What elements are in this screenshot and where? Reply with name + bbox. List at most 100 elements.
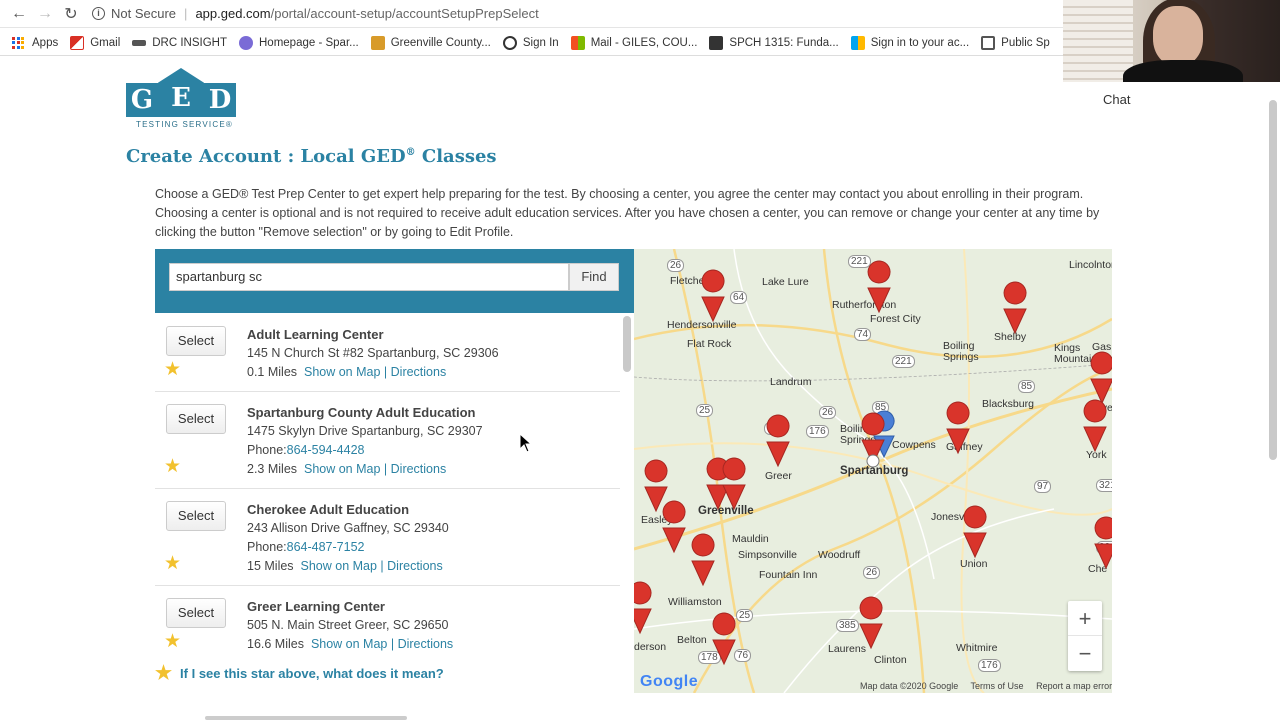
star-help-text: If I see this star above, what does it m… <box>180 666 444 681</box>
map-city-label: Easley <box>641 514 673 526</box>
link-divider: | <box>380 559 384 573</box>
intro-text: Choose a GED® Test Prep Center to get ex… <box>155 187 1100 239</box>
route-shield: 221 <box>892 355 915 368</box>
star-help-link[interactable]: ★ If I see this star above, what does it… <box>155 662 444 685</box>
map-city-label: Boiling Springs <box>943 340 979 363</box>
map-city-label: Clinton <box>874 654 907 666</box>
webcam-person-body <box>1123 60 1243 82</box>
phone-link[interactable]: 864-487-7152 <box>287 540 365 554</box>
bookmark-label: Mail - GILES, COU... <box>590 36 698 49</box>
map-city-label: Lincolnton <box>1069 259 1112 271</box>
address-bar[interactable]: i Not Secure | app.ged.com/portal/accoun… <box>92 3 539 25</box>
map-city-label: Lake Lure <box>762 276 809 288</box>
map-city-label: Forest City <box>870 313 921 325</box>
results-scrollbar[interactable] <box>623 316 631 372</box>
address-separator: | <box>184 6 188 21</box>
bookmark-sign-in-account[interactable]: Sign in to your ac... <box>850 35 969 50</box>
show-on-map-link[interactable]: Show on Map <box>311 637 387 651</box>
select-button[interactable]: Select <box>166 326 226 356</box>
bookmark-public[interactable]: Public Sp <box>981 35 1050 50</box>
list-item: Select ★ Greer Learning Center 505 N. Ma… <box>155 587 620 655</box>
center-address: 243 Allison Drive Gaffney, SC 29340 <box>247 521 449 535</box>
map-city-label: Rutherfordton <box>832 299 897 311</box>
route-shield: 321 <box>1096 541 1112 554</box>
bookmark-mail[interactable]: Mail - GILES, COU... <box>570 35 698 50</box>
show-on-map-link[interactable]: Show on Map <box>304 365 380 379</box>
not-secure-label: Not Secure <box>111 6 177 21</box>
back-arrow-icon[interactable]: ← <box>6 0 32 28</box>
show-on-map-link[interactable]: Show on Map <box>304 462 380 476</box>
route-shield: 25 <box>736 609 754 622</box>
reload-icon[interactable]: ↻ <box>58 0 84 28</box>
list-item: Select ★ Spartanburg County Adult Educat… <box>155 393 620 489</box>
directions-link[interactable]: Directions <box>387 559 443 573</box>
zoom-in-button[interactable]: + <box>1068 601 1102 636</box>
logo-letter-e: E <box>158 68 204 117</box>
select-button[interactable]: Select <box>166 501 226 531</box>
map-city-label: York <box>1086 449 1107 461</box>
mouse-cursor-icon <box>519 433 533 453</box>
bookmark-drc-insight[interactable]: DRC INSIGHT <box>132 37 227 49</box>
phone-label: Phone: <box>247 443 287 457</box>
map[interactable]: Fletcher Lake Lure Rutherfordton Forest … <box>634 249 1112 693</box>
map-footer: Map data ©2020 Google Terms of Use Repor… <box>860 681 1112 691</box>
terms-of-use-link[interactable]: Terms of Use <box>971 681 1024 691</box>
center-address: 505 N. Main Street Greer, SC 29650 <box>247 618 449 632</box>
find-button[interactable]: Find <box>569 263 619 291</box>
url-host: app.ged.com <box>195 6 271 21</box>
logo-letter-d: D <box>204 83 236 117</box>
forward-arrow-icon[interactable]: → <box>32 0 58 28</box>
select-button[interactable]: Select <box>166 598 226 628</box>
google-logo[interactable]: Google <box>640 673 698 691</box>
show-on-map-link[interactable]: Show on Map <box>301 559 377 573</box>
center-distance-row: 0.1 Miles Show on Map | Directions <box>247 365 446 379</box>
map-city-label: Simpsonville <box>738 549 797 561</box>
horizontal-scrollbar[interactable] <box>205 716 407 720</box>
homepage-icon <box>239 35 253 50</box>
bookmark-homepage[interactable]: Homepage - Spar... <box>239 35 359 50</box>
results-list: Select ★ Adult Learning Center 145 N Chu… <box>155 313 634 655</box>
route-shield: 97 <box>1034 480 1052 493</box>
report-map-error-link[interactable]: Report a map error <box>1036 681 1112 691</box>
center-phone-row: Phone:864-594-4428 <box>247 443 364 457</box>
logo-tagline: TESTING SERVICE® <box>136 120 233 129</box>
center-name: Greer Learning Center <box>247 599 385 614</box>
phone-link[interactable]: 864-594-4428 <box>287 443 365 457</box>
bookmark-spch[interactable]: SPCH 1315: Funda... <box>709 35 839 50</box>
bookmark-sign-in[interactable]: Sign In <box>502 35 559 50</box>
center-distance-row: 16.6 Miles Show on Map | Directions <box>247 637 453 651</box>
bookmark-label: Gmail <box>90 36 121 49</box>
directions-link[interactable]: Directions <box>391 365 447 379</box>
logo-letter-g: G <box>126 83 158 117</box>
route-shield: 321 <box>1096 479 1112 492</box>
bookmark-gmail[interactable]: Gmail <box>70 35 121 50</box>
bookmark-greenville-county[interactable]: Greenville County... <box>370 35 491 50</box>
webcam-person-face <box>1153 6 1203 66</box>
link-divider: | <box>383 462 388 476</box>
map-city-label: Clove <box>1086 402 1112 414</box>
route-shield: 26 <box>819 406 837 419</box>
zoom-out-button[interactable]: − <box>1068 636 1102 671</box>
ged-logo[interactable]: G E D TESTING SERVICE® <box>126 68 238 130</box>
phone-label: Phone: <box>247 540 287 554</box>
info-icon[interactable]: i <box>92 7 105 20</box>
bookmark-apps[interactable]: Apps <box>12 36 58 49</box>
link-divider: | <box>383 365 388 379</box>
map-city-label: Union <box>960 558 988 570</box>
map-city-label: Gas <box>1092 341 1112 353</box>
chat-button[interactable]: Chat <box>1103 92 1130 107</box>
map-city-label: Fletcher <box>670 275 708 287</box>
bookmark-label: Sign In <box>522 36 559 49</box>
search-input[interactable]: spartanburg sc <box>169 263 569 291</box>
greenville-county-icon <box>370 35 385 50</box>
route-shield: 221 <box>848 255 871 268</box>
select-button[interactable]: Select <box>166 404 226 434</box>
apps-grid-icon <box>12 36 24 49</box>
directions-link[interactable]: Directions <box>398 637 454 651</box>
map-city-label: Belton <box>677 634 707 646</box>
directions-link[interactable]: Directions <box>391 462 447 476</box>
map-city-label: Shelby <box>994 331 1027 343</box>
bookmark-label: DRC INSIGHT <box>152 36 227 49</box>
page-scrollbar[interactable] <box>1269 100 1277 460</box>
bookmark-label: SPCH 1315: Funda... <box>729 36 839 49</box>
